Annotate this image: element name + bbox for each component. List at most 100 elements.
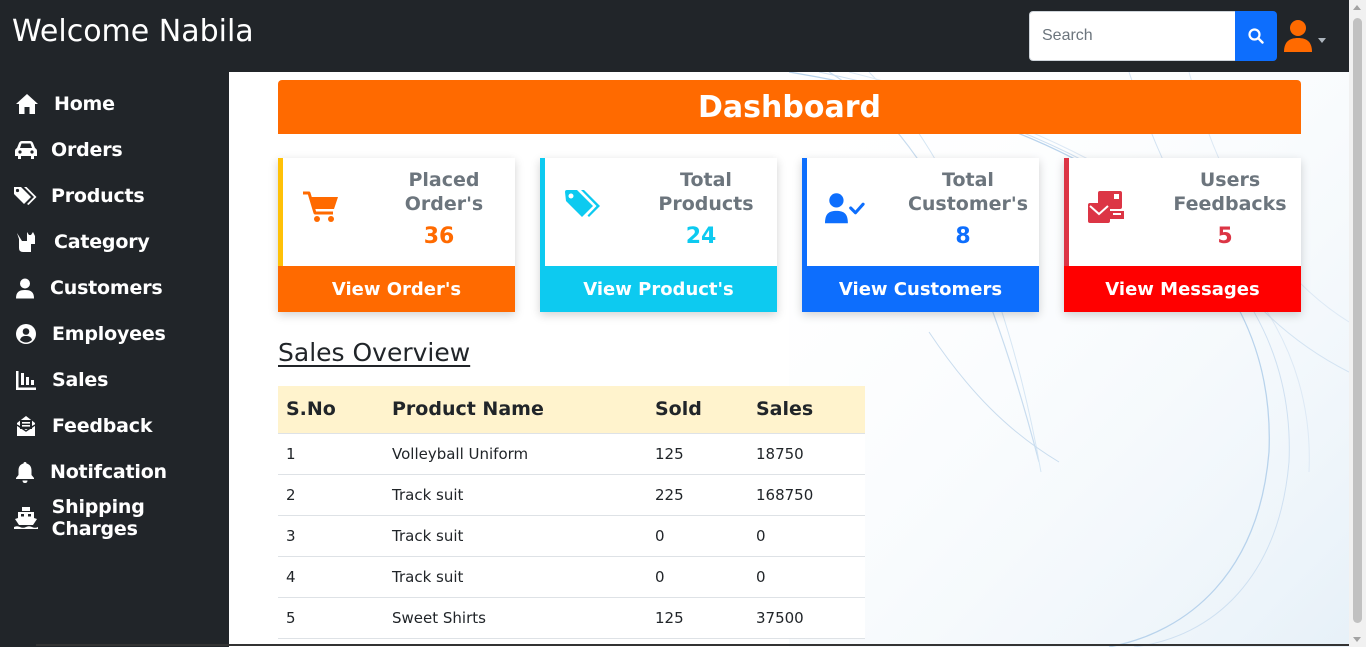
search-button[interactable] [1235,11,1277,61]
sidebar-item-label: Employees [52,323,166,345]
search-input[interactable] [1029,11,1235,61]
chevron-down-icon [1318,37,1326,43]
table-row: 3 Track suit 0 0 [278,515,865,557]
table-cell: 5 [278,597,384,639]
mail-bulk-icon [1087,188,1127,228]
table-row: 4 Track suit 0 0 [278,556,865,598]
home-icon [0,93,54,115]
table-cell: Sweet Shirts [384,597,647,639]
sidebar-item-sales[interactable]: Sales [0,360,229,400]
table-cell: 168750 [748,474,865,516]
user-circle-icon [0,324,52,344]
sidebar-item-feedback[interactable]: Feedback [0,406,229,446]
view-messages-button[interactable]: View Messages [1064,266,1301,312]
table-cell: 18750 [748,433,865,475]
main-content: Dashboard Placed Order's 36 View Order's … [229,72,1349,647]
tags-icon [0,186,51,206]
card-value: 5 [1217,224,1233,249]
view-customers-button[interactable]: View Customers [802,266,1039,312]
table-cell: 2 [278,474,384,516]
table-cell: 37500 [748,597,865,639]
user-icon [1284,20,1312,52]
sales-overview-title: Sales Overview [278,338,471,367]
table-row: 1 Volleyball Uniform 125 18750 [278,433,865,475]
sidebar-item-employees[interactable]: Employees [0,314,229,354]
table-cell: Volleyball Uniform [384,433,647,475]
card-value: 8 [955,224,971,249]
table-cell: Track suit [384,515,647,557]
envelope-open-icon [0,415,52,437]
table-cell: 0 [748,515,865,557]
sidebar-item-shipping-charges[interactable]: Shipping Charges [0,496,229,540]
table-cell: Track suit [384,556,647,598]
feedbacks-card: Users Feedbacks 5 View Messages [1064,158,1301,312]
sidebar-item-products[interactable]: Products [0,176,229,216]
table-cell: 0 [647,556,748,598]
card-body: Placed Order's 36 [278,158,515,266]
search-icon [1248,28,1264,44]
car-icon [0,140,51,160]
top-navbar: Welcome Nabila [0,0,1349,72]
table-cell: Track suit [384,474,647,516]
bell-icon [0,461,50,483]
table-cell: 3 [278,515,384,557]
column-header: Sold [647,386,748,434]
scroll-down-arrow-icon[interactable] [1353,637,1361,642]
table-cell: 1 [278,433,384,475]
table-cell: 225 [647,474,748,516]
sidebar-item-category[interactable]: Category [0,222,229,262]
sidebar-item-orders[interactable]: Orders [0,130,229,170]
table-cell: 125 [647,597,748,639]
sidebar-item-label: Notifcation [50,461,167,483]
card-title: Total Customer's [907,169,1029,215]
view-orders-button[interactable]: View Order's [278,266,515,312]
sidebar-item-label: Category [54,231,150,253]
customers-card: Total Customer's 8 View Customers [802,158,1039,312]
sidebar-item-label: Feedback [52,415,153,437]
table-header-row: S.No Product Name Sold Sales [278,386,865,434]
sidebar: Home Orders Products Category Customers … [0,72,229,647]
sidebar-item-label: Customers [50,277,163,299]
sales-table: S.No Product Name Sold Sales 1 Volleybal… [278,386,865,639]
card-title: Users Feedbacks [1173,169,1287,215]
page-scrollbar[interactable] [1349,0,1366,647]
sidebar-item-notification[interactable]: Notifcation [0,452,229,492]
ship-icon [0,507,52,529]
sidebar-item-label: Orders [51,139,123,161]
card-title: Placed Order's [404,169,484,215]
sidebar-item-label: Sales [52,369,109,391]
search-form [1029,11,1277,61]
sidebar-item-customers[interactable]: Customers [0,268,229,308]
cart-icon [301,188,341,228]
table-cell: 4 [278,556,384,598]
table-row: 2 Track suit 225 168750 [278,474,865,516]
products-card: Total Products 24 View Product's [540,158,777,312]
page-bottom-border [36,644,1349,646]
view-products-button[interactable]: View Product's [540,266,777,312]
user-check-icon [825,188,865,228]
user-icon [0,278,50,299]
column-header: S.No [278,386,384,434]
orders-card: Placed Order's 36 View Order's [278,158,515,312]
sidebar-item-label: Shipping Charges [51,496,145,540]
column-header: Product Name [384,386,647,434]
welcome-title: Welcome Nabila [12,14,254,49]
sidebar-item-label: Home [54,93,115,115]
card-body: Users Feedbacks 5 [1064,158,1301,266]
sidebar-item-label: Products [51,185,145,207]
cat-icon [0,231,54,253]
user-dropdown[interactable] [1283,16,1333,56]
scroll-up-arrow-icon[interactable] [1353,5,1361,10]
card-body: Total Products 24 [540,158,777,266]
chart-icon [0,370,52,390]
sidebar-item-home[interactable]: Home [0,84,229,124]
table-cell: 0 [748,556,865,598]
card-value: 36 [423,224,455,249]
table-cell: 125 [647,433,748,475]
card-body: Total Customer's 8 [802,158,1039,266]
column-header: Sales [748,386,865,434]
scrollbar-thumb[interactable] [1353,18,1362,623]
tags-icon [563,186,603,226]
dashboard-title: Dashboard [278,80,1301,134]
table-cell: 0 [647,515,748,557]
